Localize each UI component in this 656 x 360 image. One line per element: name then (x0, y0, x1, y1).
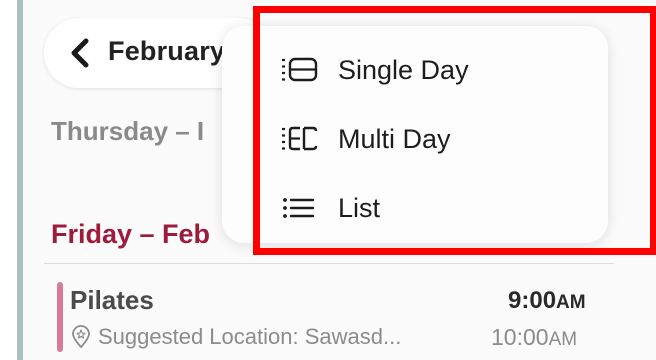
highlight-annotation-box (253, 6, 656, 255)
day-header-thursday: Thursday – I (51, 116, 205, 146)
day-header-friday: Friday – Feb (51, 219, 211, 249)
event-color-bar (57, 282, 63, 352)
chevron-left-icon[interactable] (66, 37, 96, 69)
event-location: Suggested Location: Sawasd... (70, 322, 401, 352)
event-start-time: 9:00AM (508, 287, 586, 314)
event-title[interactable]: Pilates (70, 285, 154, 316)
month-label: February (108, 36, 226, 66)
event-end-time: 10:00AM (491, 324, 578, 350)
location-pin-icon (72, 325, 90, 348)
divider (44, 263, 614, 264)
event-location-text: Suggested Location: Sawasd... (98, 324, 402, 349)
